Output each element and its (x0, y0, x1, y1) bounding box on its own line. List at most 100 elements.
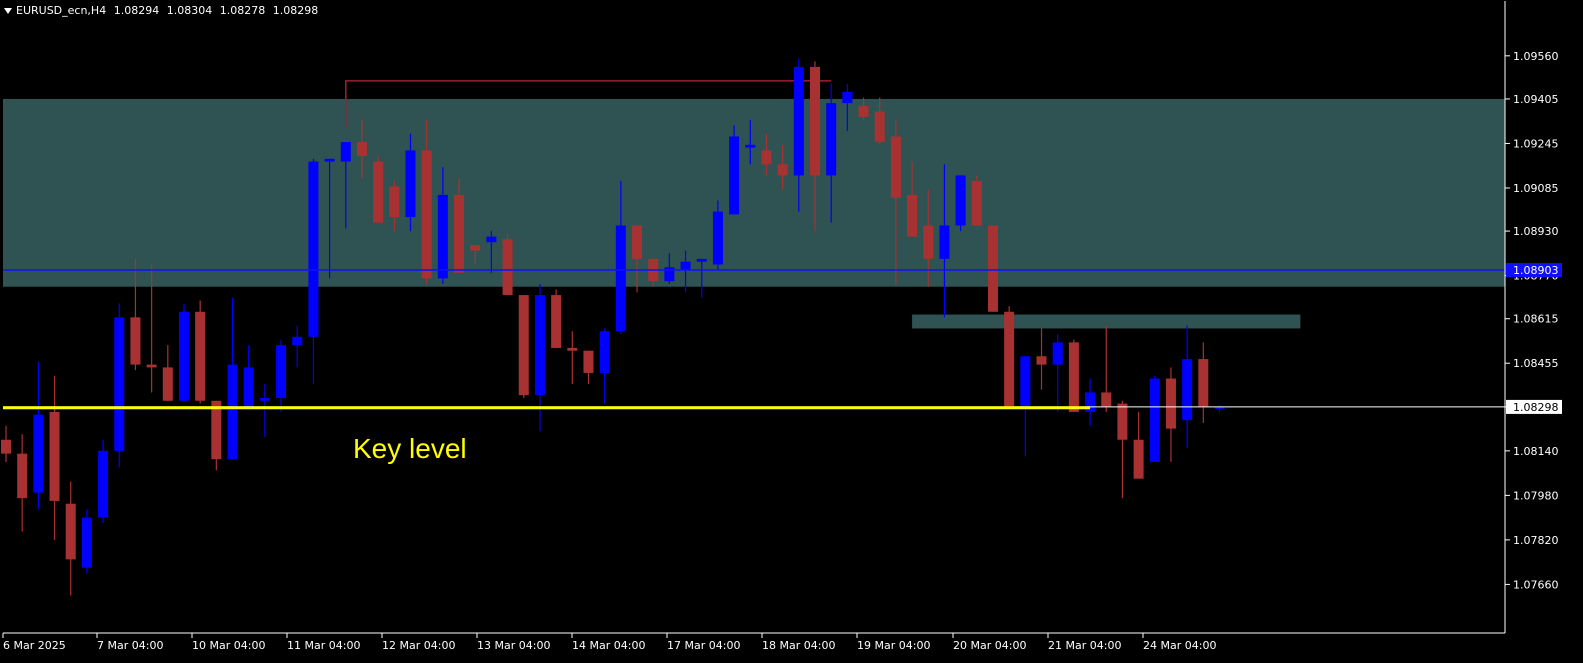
y-tick-label: 1.08615 (1513, 313, 1559, 326)
y-tick-label: 1.09085 (1513, 182, 1559, 195)
candle-body (890, 136, 901, 198)
candle-body (437, 194, 448, 279)
candle-body (130, 317, 141, 365)
price-chart[interactable]: Key level 1.09560 1.09405 1.09245 1.09085 1.0… (0, 0, 1583, 663)
candle-body (340, 142, 351, 162)
candle-body (1, 439, 11, 454)
candle-body (599, 331, 610, 373)
candle-body (858, 105, 869, 118)
candle-body (632, 225, 643, 259)
candle-body (1117, 403, 1128, 440)
candle-body (729, 136, 740, 215)
candle-body (551, 295, 562, 348)
candle-body (696, 258, 707, 262)
candle-body (615, 225, 626, 332)
candle-body (1101, 392, 1112, 407)
candle-body (777, 164, 788, 176)
blue-line-label: 1.08903 (1513, 264, 1559, 277)
candle-body (1068, 342, 1079, 412)
candle-body (178, 311, 189, 401)
candle-body (907, 194, 918, 237)
candle-body (276, 345, 287, 399)
candle-body (971, 181, 982, 226)
candle-body (745, 144, 756, 148)
candle-body (195, 311, 206, 401)
candle-body (955, 175, 966, 226)
candle-body (454, 194, 465, 273)
x-tick-label: 19 Mar 04:00 (857, 639, 930, 652)
candle-body (810, 66, 820, 176)
candle-body (308, 161, 319, 337)
x-tick-label: 18 Mar 04:00 (762, 639, 835, 652)
candle-body (1036, 356, 1047, 365)
candle-body (712, 211, 723, 265)
candle-body (324, 158, 335, 162)
candle-body (1052, 342, 1063, 365)
key-level-label: Key level (353, 433, 467, 464)
candle-body (874, 111, 885, 143)
candle-body (421, 150, 432, 279)
x-tick-label: 12 Mar 04:00 (382, 639, 455, 652)
y-tick-label: 1.08140 (1513, 445, 1559, 458)
candle-body (987, 225, 998, 312)
candle-body (114, 317, 125, 451)
candle-body (583, 350, 594, 373)
x-tick-label: 21 Mar 04:00 (1048, 639, 1121, 652)
x-tick-label: 24 Mar 04:00 (1143, 639, 1216, 652)
candle-body (81, 517, 92, 568)
candle-body (1198, 359, 1209, 407)
candle-body (259, 398, 270, 401)
candle-body (243, 367, 254, 410)
candle-body (373, 161, 384, 223)
y-tick-label: 1.08455 (1513, 357, 1559, 370)
y-tick-label: 1.07660 (1513, 578, 1559, 591)
candle-body (1149, 378, 1160, 462)
candle-body (1182, 359, 1193, 421)
candle-body (162, 367, 173, 401)
candle-body (211, 400, 222, 460)
candle-body (17, 453, 28, 499)
y-tick-label: 1.07820 (1513, 534, 1559, 547)
candle-body (1020, 356, 1031, 407)
y-tick-label: 1.08298 (1513, 401, 1559, 414)
candle-body (842, 91, 853, 104)
x-tick-label: 7 Mar 04:00 (97, 639, 163, 652)
x-tick-label: 11 Mar 04:00 (287, 639, 360, 652)
supply-demand-zone-1 (3, 98, 1505, 287)
candle-body (389, 186, 400, 218)
x-tick-label: 17 Mar 04:00 (667, 639, 740, 652)
y-tick-label: 1.09245 (1513, 137, 1559, 150)
candle-body (33, 414, 44, 493)
candle-body (939, 225, 950, 259)
candle-body (502, 239, 513, 296)
y-tick-label: 1.07980 (1513, 489, 1559, 502)
candle-body (146, 364, 157, 368)
candle-body (793, 66, 804, 176)
y-tick-label: 1.08930 (1513, 225, 1559, 238)
candle-body (65, 503, 76, 560)
candle-body (923, 225, 934, 259)
candle-body (49, 411, 60, 501)
x-tick-label: 20 Mar 04:00 (953, 639, 1026, 652)
candle-body (1004, 311, 1015, 407)
x-tick-label: 10 Mar 04:00 (192, 639, 265, 652)
candle-body (486, 236, 497, 243)
candle-body (405, 150, 416, 218)
candle-body (826, 103, 837, 176)
candle-body (518, 295, 529, 396)
y-tick-label: 1.09560 (1513, 50, 1559, 63)
candle-body (227, 364, 238, 460)
candle-body (567, 347, 578, 351)
candle-body (470, 244, 481, 251)
y-tick-label: 1.09405 (1513, 93, 1559, 106)
candle-body (98, 450, 109, 518)
candle-body (761, 150, 772, 165)
candle-body (534, 295, 545, 396)
candle-body (1165, 378, 1176, 429)
x-tick-label: 6 Mar 2025 (3, 639, 66, 652)
candle-body (680, 261, 691, 271)
candle-body (292, 336, 303, 346)
candle-body (1133, 439, 1144, 479)
x-tick-label: 13 Mar 04:00 (477, 639, 550, 652)
candle-body (356, 142, 367, 156)
